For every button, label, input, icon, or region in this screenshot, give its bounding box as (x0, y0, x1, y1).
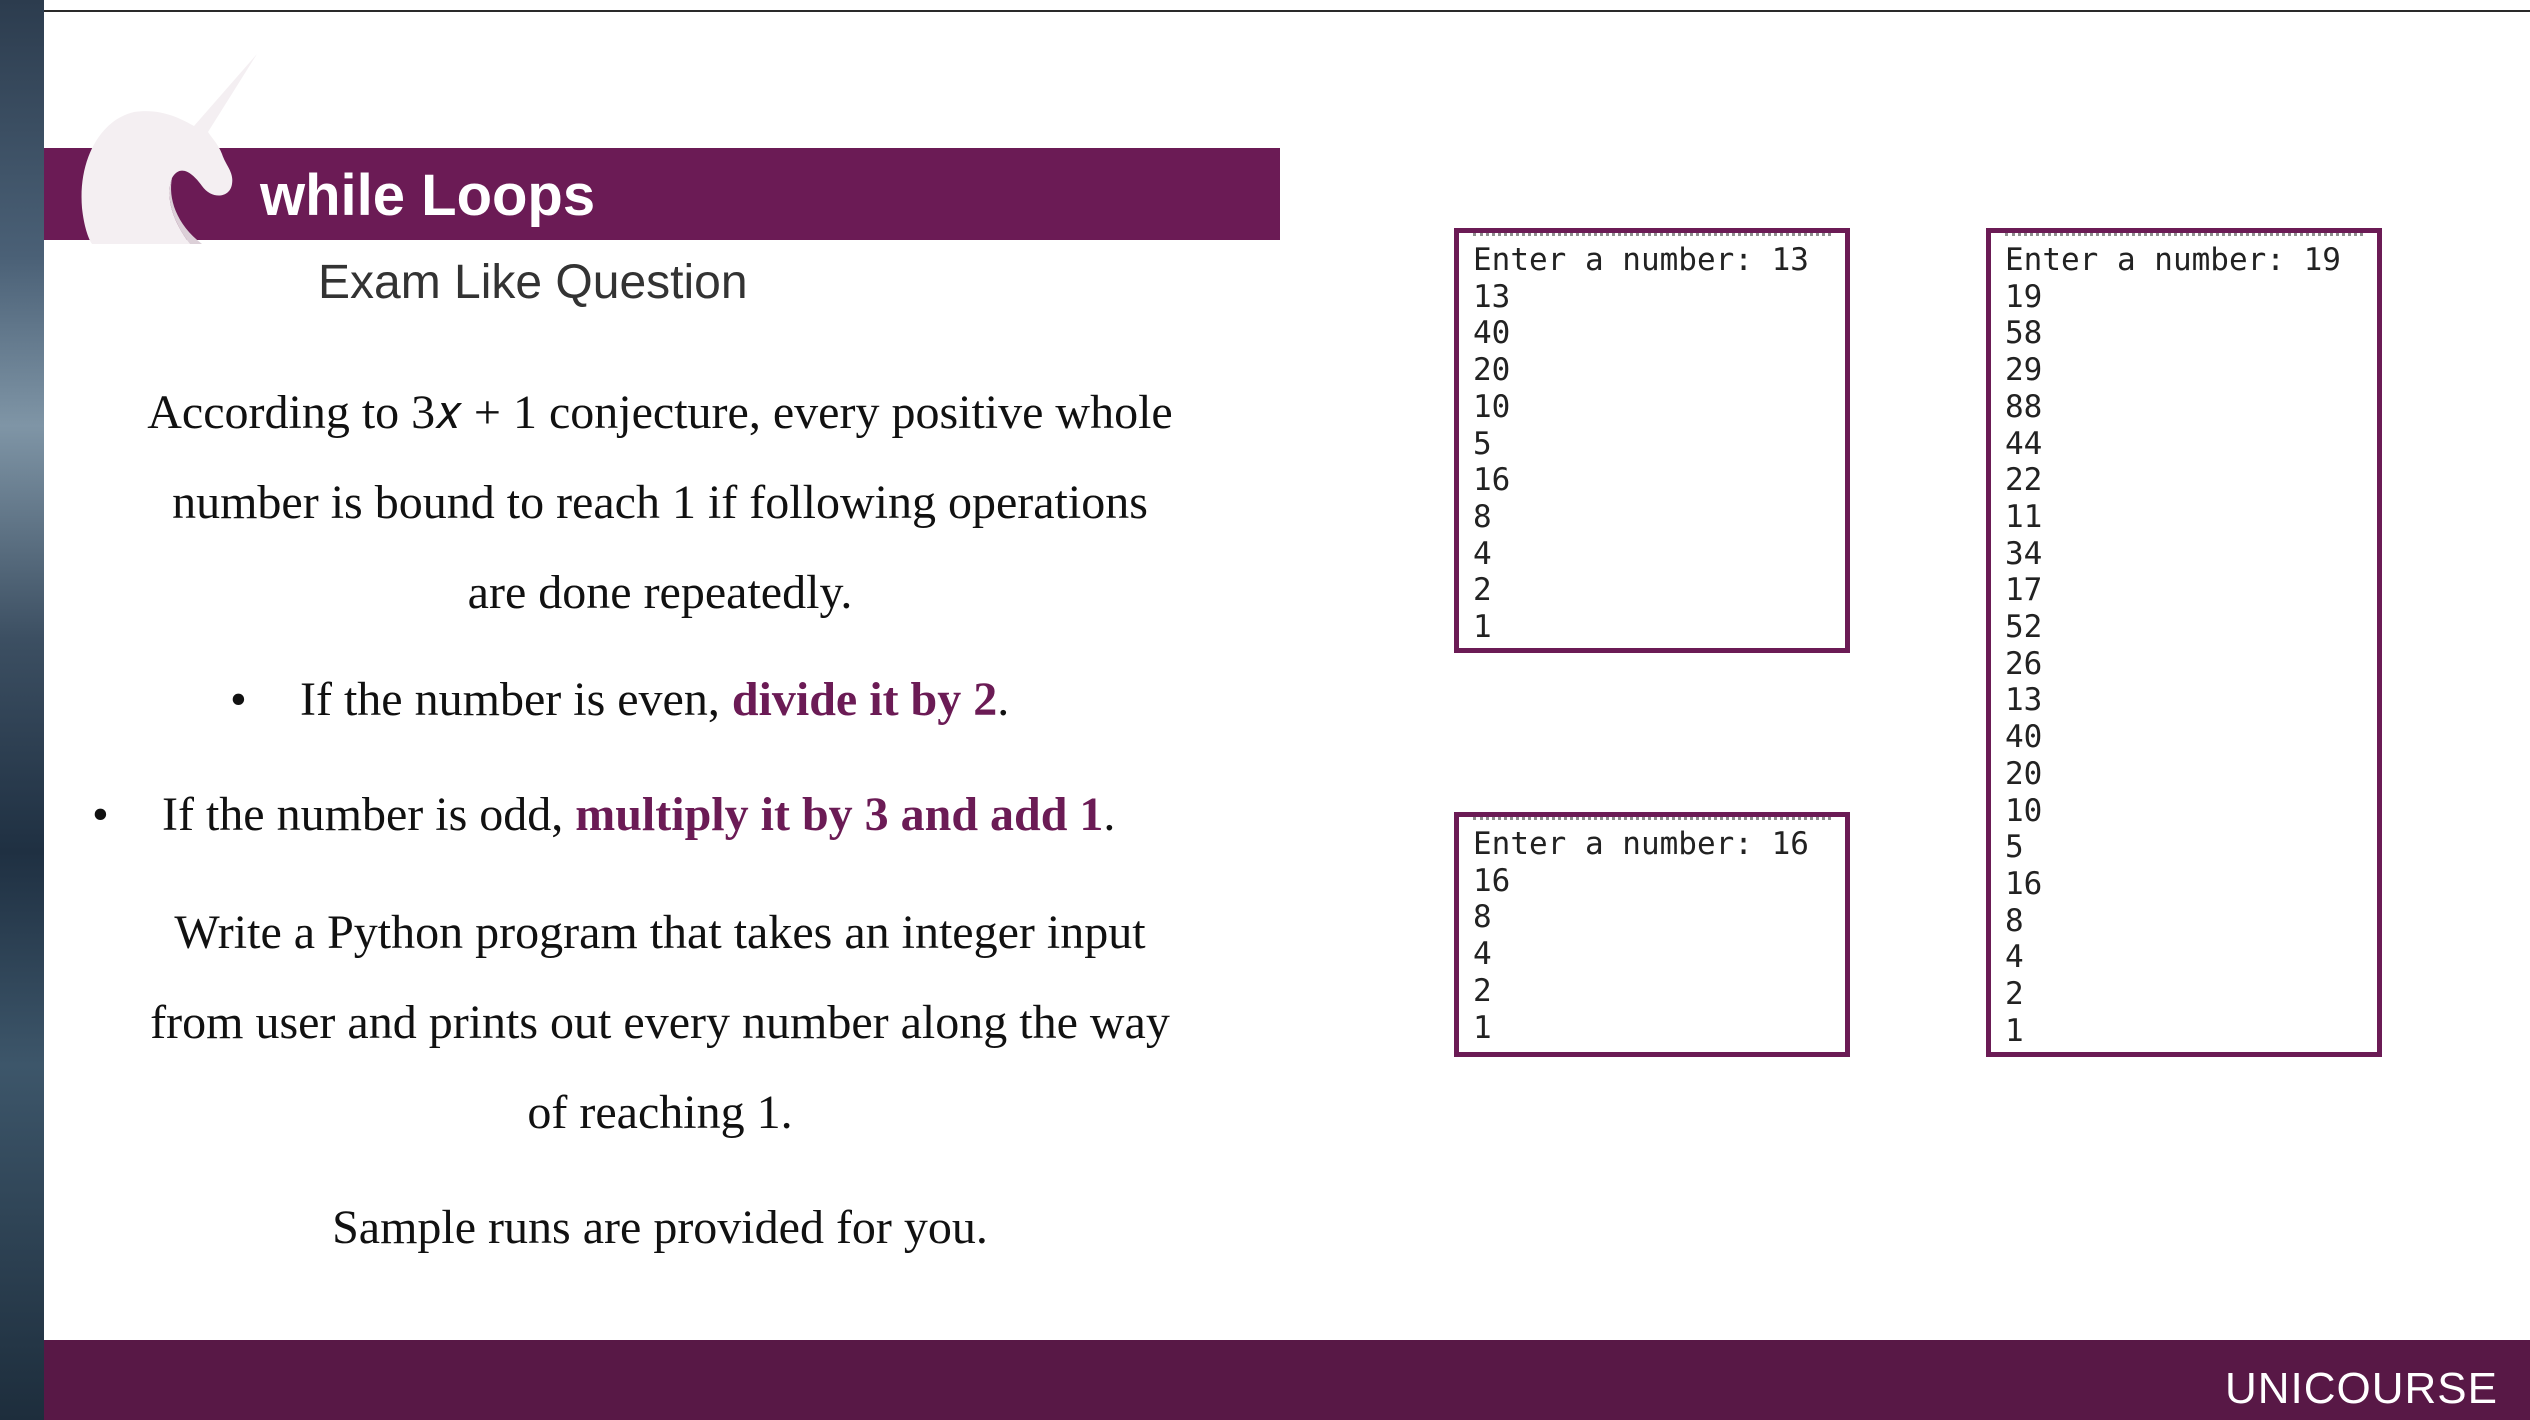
terminal-output-line: 88 (2005, 388, 2043, 425)
terminal-output-line: 16 (2005, 865, 2043, 902)
unicorn-logo-icon (81, 54, 257, 244)
clipped-previous-line (1473, 817, 1831, 826)
terminal-output-line: 8 (2005, 902, 2024, 939)
terminal-output-line: 19 (2005, 278, 2043, 315)
closing-line: Sample runs are provided for you. (332, 1201, 988, 1254)
terminal-output-line: 4 (2005, 939, 2024, 976)
bullet-highlight: multiply it by 3 and add 1 (575, 788, 1104, 841)
terminal-output-line: 26 (2005, 645, 2043, 682)
terminal-output-line: 16 (1473, 462, 1511, 499)
terminal-output-line: 4 (1473, 936, 1492, 973)
intro-paragraph: According to 3𝑥 + 1 conjecture, every po… (60, 368, 1260, 638)
top-divider (44, 10, 2530, 12)
background-photo-strip (0, 0, 44, 1420)
terminal-output-line: 8 (1473, 899, 1492, 936)
terminal-output-line: 16 (1473, 862, 1511, 899)
terminal-output-line: 11 (2005, 498, 2043, 535)
task-line: from user and prints out every number al… (150, 996, 1170, 1049)
terminal-output-line: 8 (1473, 498, 1492, 535)
bullet-dot: • (92, 788, 109, 841)
terminal-output-line: 10 (1473, 388, 1511, 425)
sample-run-19: Enter a number: 19 19 58 29 88 44 22 11 34 17 52 26… (1986, 228, 2382, 1057)
bullet-end: . (997, 673, 1010, 726)
terminal-output-line: 17 (2005, 572, 2043, 609)
terminal-output-line: 1 (1473, 1009, 1492, 1046)
terminal-prompt: Enter a number: 13 (1473, 242, 1809, 278)
sample-run-16: Enter a number: 16 16 8 4 2 1 (1454, 812, 1850, 1057)
terminal-output-line: 1 (2005, 1012, 2024, 1049)
sample-run-13: Enter a number: 13 13 40 20 10 5 16 8 4 2 1 (1454, 228, 1850, 653)
terminal-output-line: 13 (2005, 682, 2043, 719)
terminal-output-line: 2 (1473, 572, 1492, 609)
slide-subtitle: Exam Like Question (318, 256, 748, 309)
bullet-highlight: divide it by 2 (731, 673, 998, 726)
clipped-previous-line (1473, 233, 1831, 242)
terminal-output-line: 22 (2005, 462, 2043, 499)
terminal-prompt: Enter a number: 16 (1473, 826, 1809, 862)
slide-title: while Loops (260, 163, 596, 228)
terminal-output-line: 2 (2005, 976, 2024, 1013)
bullet-even: • If the number is even, divide it by 2. (230, 670, 1009, 730)
terminal-output-line: 20 (1473, 352, 1511, 389)
clipped-previous-line (2005, 233, 2363, 242)
terminal-output-line: 34 (2005, 535, 2043, 572)
terminal-output-line: 40 (1473, 315, 1511, 352)
terminal-output-line: 40 (2005, 719, 2043, 756)
bullet-end: . (1103, 788, 1116, 841)
terminal-output-line: 5 (1473, 425, 1492, 462)
terminal-output-line: 4 (1473, 535, 1492, 572)
terminal-output-line: 20 (2005, 755, 2043, 792)
terminal-output-line: 5 (2005, 829, 2024, 866)
task-line: of reaching 1. (527, 1086, 793, 1139)
intro-line: number is bound to reach 1 if following … (172, 476, 1148, 529)
terminal-output-line: 52 (2005, 609, 2043, 646)
bullet-odd: • If the number is odd, multiply it by 3 … (92, 785, 1115, 845)
bullet-text: If the number is even, (300, 673, 732, 726)
terminal-prompt: Enter a number: 19 (2005, 242, 2341, 278)
brand-name: UNICOURSE (2224, 1364, 2498, 1413)
bullet-dot: • (230, 673, 247, 726)
footer-bar (44, 1340, 2530, 1420)
task-line: Write a Python program that takes an int… (174, 906, 1146, 959)
terminal-output-line: 44 (2005, 425, 2043, 462)
terminal-output-line: 1 (1473, 609, 1492, 646)
terminal-output-line: 2 (1473, 972, 1492, 1009)
intro-line: According to 3𝑥 + 1 conjecture, every po… (147, 386, 1173, 439)
terminal-output-line: 13 (1473, 278, 1511, 315)
intro-line: are done repeatedly. (467, 566, 853, 619)
task-paragraph: Write a Python program that takes an int… (60, 888, 1260, 1158)
bullet-text: If the number is odd, (162, 788, 576, 841)
terminal-output-line: 10 (2005, 792, 2043, 829)
terminal-output-line: 29 (2005, 352, 2043, 389)
terminal-output-line: 58 (2005, 315, 2043, 352)
